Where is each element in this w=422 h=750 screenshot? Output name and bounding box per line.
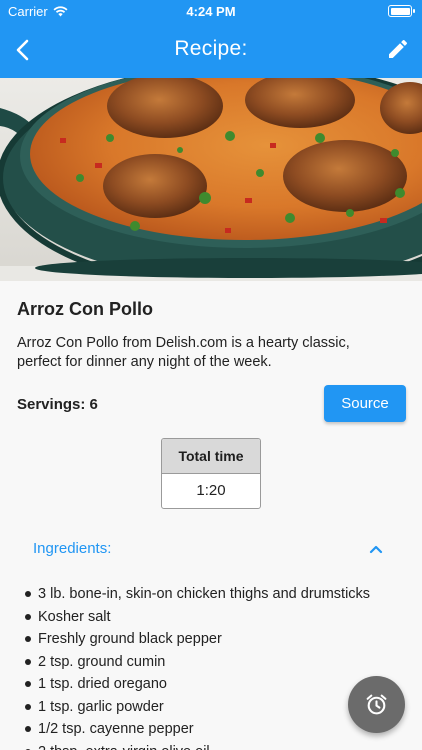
app-bar: Carrier 4:24 PM Recipe:	[0, 0, 422, 78]
alarm-clock-icon	[366, 694, 387, 715]
list-item: 2 tsp. ground cumin	[0, 651, 422, 674]
recipe-screen: Carrier 4:24 PM Recipe: Arroz Con Pollo …	[0, 0, 422, 750]
chevron-up-icon	[369, 545, 383, 554]
recipe-content: Arroz Con Pollo Arroz Con Pollo from Del…	[0, 281, 422, 750]
timer-fab[interactable]	[348, 676, 405, 733]
list-item: 2 tbsp. extra-virgin olive oil	[0, 741, 422, 750]
total-time-header: Total time	[162, 439, 260, 474]
list-item: Kosher salt	[0, 606, 422, 629]
status-bar: Carrier 4:24 PM	[0, 0, 422, 22]
pencil-icon[interactable]	[386, 37, 410, 61]
ingredients-toggle[interactable]: Ingredients:	[0, 526, 422, 572]
nav-bar: Recipe:	[0, 22, 422, 78]
total-time-value: 1:20	[196, 482, 226, 499]
recipe-description: Arroz Con Pollo from Delish.com is a hea…	[17, 335, 350, 370]
recipe-title: Arroz Con Pollo	[17, 299, 153, 319]
total-time-table: Total time 1:20	[161, 438, 261, 509]
recipe-photo	[0, 78, 422, 281]
source-button[interactable]: Source	[324, 385, 406, 422]
servings-label: Servings: 6	[17, 396, 98, 413]
list-item: Freshly ground black pepper	[0, 628, 422, 651]
list-item: 3 lb. bone-in, skin-on chicken thighs an…	[0, 583, 422, 606]
page-title: Recipe:	[174, 37, 248, 60]
ingredients-header: Ingredients:	[33, 540, 112, 557]
status-time: 4:24 PM	[186, 4, 236, 19]
battery-icon	[388, 5, 415, 17]
